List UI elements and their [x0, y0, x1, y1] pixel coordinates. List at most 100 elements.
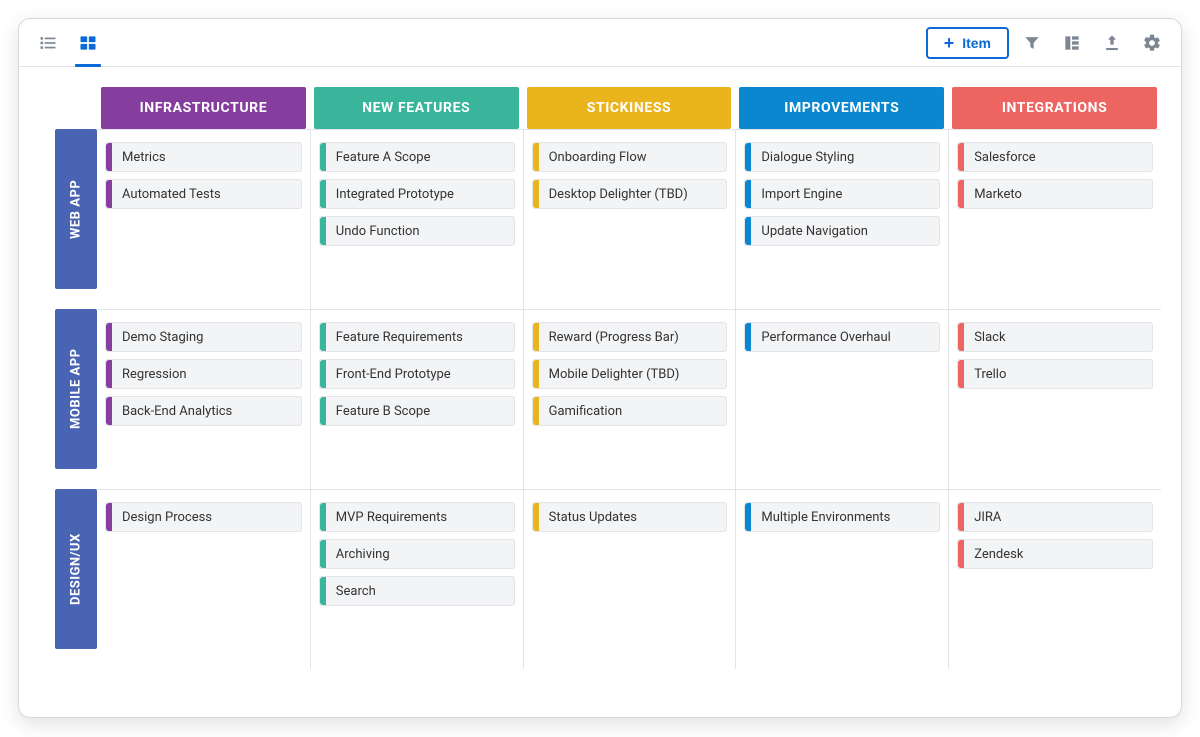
card[interactable]: Archiving [319, 539, 515, 569]
filter-icon [1022, 33, 1042, 53]
row-header-label: WEB APP [69, 179, 84, 238]
card[interactable]: Multiple Environments [744, 502, 940, 532]
card-stripe [533, 503, 539, 531]
column-header-new-features[interactable]: NEW FEATURES [314, 87, 519, 129]
card-label: Import Engine [761, 187, 842, 202]
card[interactable]: Status Updates [532, 502, 728, 532]
columns-icon [1062, 33, 1082, 53]
card-stripe [106, 143, 112, 171]
row-header-label: MOBILE APP [69, 349, 84, 430]
card-stripe [533, 180, 539, 208]
card-stripe [745, 217, 751, 245]
card[interactable]: Search [319, 576, 515, 606]
card[interactable]: Performance Overhaul [744, 322, 940, 352]
card[interactable]: Feature Requirements [319, 322, 515, 352]
card[interactable]: Reward (Progress Bar) [532, 322, 728, 352]
column-header-improvements[interactable]: IMPROVEMENTS [739, 87, 944, 129]
row-header-design-ux[interactable]: DESIGN/UX [55, 489, 97, 649]
cell-web-app-integrations: Salesforce Marketo [948, 129, 1161, 309]
card-label: Undo Function [336, 224, 420, 239]
card-label: Design Process [122, 510, 212, 525]
card[interactable]: Trello [957, 359, 1153, 389]
card-label: Desktop Delighter (TBD) [549, 187, 688, 202]
card-stripe [958, 360, 964, 388]
card[interactable]: Feature B Scope [319, 396, 515, 426]
columns-button[interactable] [1055, 26, 1089, 60]
card-stripe [106, 360, 112, 388]
toolbar: + Item [19, 19, 1181, 67]
list-view-button[interactable] [31, 26, 65, 60]
card-label: Trello [974, 367, 1006, 382]
cell-web-app-stickiness: Onboarding Flow Desktop Delighter (TBD) [523, 129, 736, 309]
card[interactable]: Design Process [105, 502, 302, 532]
column-header-stickiness[interactable]: STICKINESS [527, 87, 732, 129]
card[interactable]: Import Engine [744, 179, 940, 209]
card-label: Marketo [974, 187, 1022, 202]
card-label: Multiple Environments [761, 510, 890, 525]
settings-button[interactable] [1135, 26, 1169, 60]
card-stripe [533, 397, 539, 425]
row-header-mobile-app[interactable]: MOBILE APP [55, 309, 97, 469]
board: INFRASTRUCTURENEW FEATURESSTICKINESSIMPR… [19, 67, 1181, 717]
row-header-web-app[interactable]: WEB APP [55, 129, 97, 289]
card[interactable]: Metrics [105, 142, 302, 172]
cell-mobile-app-infrastructure: Demo Staging Regression Back-End Analytics [97, 309, 310, 489]
card-label: Automated Tests [122, 187, 221, 202]
column-header-infrastructure[interactable]: INFRASTRUCTURE [101, 87, 306, 129]
card[interactable]: Back-End Analytics [105, 396, 302, 426]
cell-web-app-infrastructure: Metrics Automated Tests [97, 129, 310, 309]
card-stripe [106, 323, 112, 351]
card[interactable]: Onboarding Flow [532, 142, 728, 172]
card-label: Mobile Delighter (TBD) [549, 367, 680, 382]
card-stripe [745, 143, 751, 171]
card[interactable]: JIRA [957, 502, 1153, 532]
row-header-cell: DESIGN/UX [39, 489, 97, 669]
card-stripe [320, 360, 326, 388]
card[interactable]: Gamification [532, 396, 728, 426]
card-stripe [320, 143, 326, 171]
card-label: Regression [122, 367, 187, 382]
card-label: Metrics [122, 150, 166, 165]
card[interactable]: Desktop Delighter (TBD) [532, 179, 728, 209]
card[interactable]: Integrated Prototype [319, 179, 515, 209]
cell-design-ux-integrations: JIRA Zendesk [948, 489, 1161, 669]
card-label: Front-End Prototype [336, 367, 451, 382]
card-stripe [320, 397, 326, 425]
card[interactable]: Zendesk [957, 539, 1153, 569]
card[interactable]: Feature A Scope [319, 142, 515, 172]
app-window: + Item [18, 18, 1182, 718]
card[interactable]: Regression [105, 359, 302, 389]
row-header-label: DESIGN/UX [69, 533, 84, 605]
card-label: Search [336, 584, 376, 599]
card[interactable]: Automated Tests [105, 179, 302, 209]
card[interactable]: Undo Function [319, 216, 515, 246]
card[interactable]: Salesforce [957, 142, 1153, 172]
row-header-cell: WEB APP [39, 129, 97, 309]
card-stripe [106, 397, 112, 425]
cell-web-app-new-features: Feature A Scope Integrated Prototype Undo … [310, 129, 523, 309]
grid-view-button[interactable] [71, 26, 105, 60]
cell-mobile-app-stickiness: Reward (Progress Bar) Mobile Delighter (T… [523, 309, 736, 489]
row-header-cell: MOBILE APP [39, 309, 97, 489]
card-stripe [106, 503, 112, 531]
card[interactable]: Update Navigation [744, 216, 940, 246]
card[interactable]: Mobile Delighter (TBD) [532, 359, 728, 389]
card-label: Reward (Progress Bar) [549, 330, 679, 345]
card[interactable]: Dialogue Styling [744, 142, 940, 172]
card[interactable]: Slack [957, 322, 1153, 352]
cell-design-ux-new-features: MVP Requirements Archiving Search [310, 489, 523, 669]
cell-design-ux-stickiness: Status Updates [523, 489, 736, 669]
add-item-button[interactable]: + Item [926, 27, 1009, 59]
column-header-integrations[interactable]: INTEGRATIONS [952, 87, 1157, 129]
card-label: Demo Staging [122, 330, 203, 345]
cell-design-ux-improvements: Multiple Environments [735, 489, 948, 669]
cell-design-ux-infrastructure: Design Process [97, 489, 310, 669]
add-item-label: Item [962, 35, 991, 51]
card[interactable]: Demo Staging [105, 322, 302, 352]
card[interactable]: MVP Requirements [319, 502, 515, 532]
export-button[interactable] [1095, 26, 1129, 60]
card[interactable]: Marketo [957, 179, 1153, 209]
card-stripe [958, 143, 964, 171]
filter-button[interactable] [1015, 26, 1049, 60]
card[interactable]: Front-End Prototype [319, 359, 515, 389]
